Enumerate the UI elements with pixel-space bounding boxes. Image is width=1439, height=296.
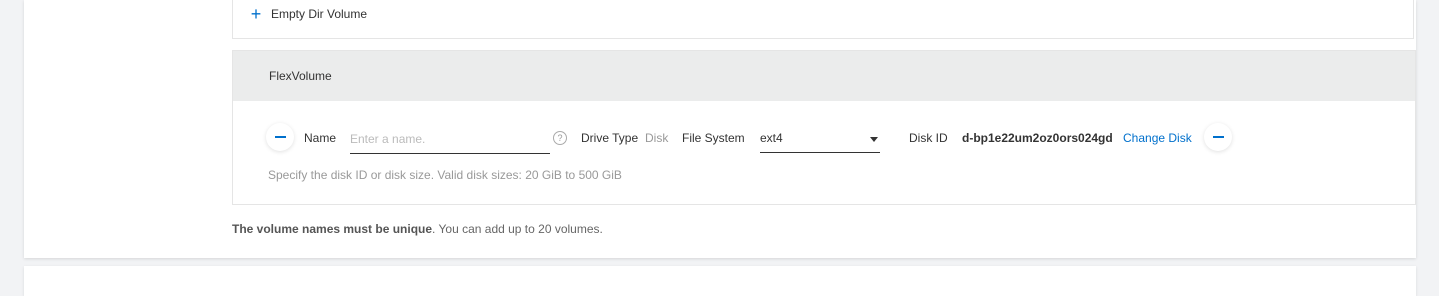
volume-note-bold: The volume names must be unique — [232, 222, 433, 236]
name-label: Name — [304, 131, 337, 145]
remove-row-button[interactable] — [266, 123, 294, 151]
drive-type-label: Drive Type — [581, 131, 639, 145]
volume-note: The volume names must be unique. You can… — [232, 222, 603, 236]
question-circle-icon[interactable]: ? — [553, 131, 567, 145]
disk-hint: Specify the disk ID or disk size. Valid … — [268, 168, 622, 182]
change-disk-link[interactable]: Change Disk — [1123, 131, 1192, 145]
plus-icon: + — [250, 4, 262, 24]
volumes-card: + Empty Dir Volume FlexVolume Name ? Dri… — [24, 0, 1416, 258]
next-card — [24, 266, 1416, 296]
caret-down-icon — [870, 137, 878, 142]
volume-note-rest: . You can add up to 20 volumes. — [432, 222, 603, 236]
minus-icon — [274, 136, 286, 138]
minus-icon — [1212, 136, 1224, 138]
disk-id-label: Disk ID — [909, 131, 948, 145]
file-system-select[interactable]: ext4 — [760, 125, 880, 153]
file-system-value: ext4 — [760, 131, 783, 145]
disk-id-value: d-bp1e22um2oz0ors024gd — [962, 131, 1113, 145]
name-input[interactable] — [350, 125, 550, 154]
remove-disk-button[interactable] — [1204, 123, 1232, 151]
add-empty-dir-volume-label: Empty Dir Volume — [271, 7, 368, 21]
drive-type-value: Disk — [645, 131, 669, 145]
flexvolume-header: FlexVolume — [233, 51, 1415, 101]
flexvolume-title: FlexVolume — [269, 69, 332, 83]
file-system-label: File System — [682, 131, 745, 145]
add-empty-dir-volume-button[interactable]: + Empty Dir Volume — [249, 5, 367, 23]
flexvolume-section: FlexVolume Name ? Drive Type Disk File S… — [232, 50, 1416, 205]
flexvolume-row: Name ? Drive Type Disk File System ext4 … — [233, 123, 1415, 154]
empty-dir-volume-section: + Empty Dir Volume — [232, 0, 1414, 39]
